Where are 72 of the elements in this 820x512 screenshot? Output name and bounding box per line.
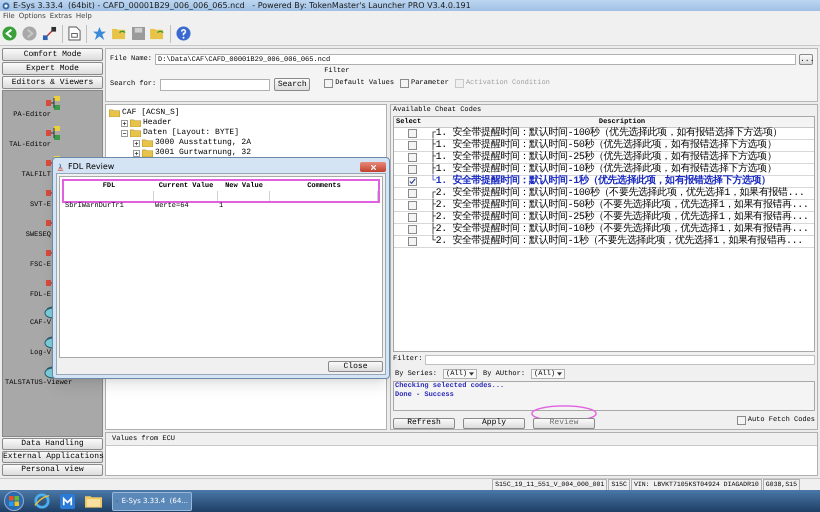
code-description[interactable]: ┌2. 安全带提醒时间：默认时间-100秒（不要先选择此项，优先选择1，如果有报错... [430, 188, 804, 200]
app-icon [2, 2, 10, 10]
start-icon[interactable] [4, 491, 24, 511]
checkbox[interactable] [408, 129, 416, 138]
checkbox[interactable] [408, 237, 416, 246]
window-title: E-Sys 3.33.4 (64bit) - CAFD_00001B29_006_006_065.ncd - Powered By: TokenMaster's Launcher PRO V3.4.0.191 [13, 2, 471, 10]
folder-icon [109, 109, 120, 117]
search-field[interactable] [160, 78, 270, 90]
dialog-close-button[interactable]: Close [328, 361, 383, 372]
app-tile-icon[interactable] [60, 494, 75, 508]
checkbox[interactable] [400, 78, 410, 88]
expand-toggle[interactable] [133, 140, 140, 146]
code-description[interactable]: └2. 安全带提醒时间：默认时间-1秒（不要先选择此项，优先选择1，如果有报错再... [430, 236, 803, 248]
checkbox[interactable] [408, 165, 416, 174]
filter-field[interactable] [425, 354, 815, 364]
checkbox[interactable] [324, 78, 334, 88]
code-description[interactable]: ├2. 安全带提醒时间：默认时间-10秒（不要先选择此项，优先选择1，如果有报错再... [430, 224, 808, 236]
code-description[interactable]: ├2. 安全带提醒时间：默认时间-50秒（不要先选择此项，优先选择1，如果有报错再... [430, 200, 808, 212]
mode-button[interactable]: Editors & Viewers [2, 76, 103, 89]
checkbox[interactable] [408, 177, 416, 186]
folder-icon[interactable] [85, 494, 102, 508]
save-icon[interactable] [132, 27, 145, 40]
tree-item[interactable]: CAF [ACSN_S] [122, 109, 180, 117]
expand-toggle[interactable] [121, 120, 128, 126]
code-description[interactable]: └1. 安全带提醒时间：默认时间-1秒（优先选择此项，如有报错选择下方选项） [430, 176, 771, 188]
code-description[interactable]: ├1. 安全带提醒时间：默认时间-25秒（优先选择此项，如有报错选择下方选项） [430, 152, 776, 164]
browse-button[interactable]: ... [799, 54, 813, 65]
tree-item[interactable]: 3000 Ausstattung, 2A [155, 139, 252, 147]
checkbox[interactable] [408, 141, 416, 150]
tree-item[interactable]: Header [143, 119, 172, 127]
dropdown-arrow-icon [557, 372, 562, 376]
checkbox[interactable] [408, 201, 416, 210]
module-icon [45, 125, 61, 141]
checkbox[interactable] [408, 189, 416, 198]
browser-icon[interactable] [34, 493, 50, 509]
action-button[interactable]: Refresh [393, 418, 455, 428]
section-button[interactable]: External Applications [2, 451, 103, 463]
dialog-title: FDL Review [68, 163, 114, 171]
dropdown-arrow-icon [469, 372, 474, 376]
code-description[interactable]: ┌1. 安全带提醒时间：默认时间-100秒（优先选择此项，如有报错选择下方选项） [430, 128, 782, 140]
document-icon[interactable] [68, 26, 81, 41]
collapse-toggle[interactable] [121, 130, 128, 136]
checkbox[interactable] [408, 225, 416, 234]
code-description[interactable]: ├2. 安全带提醒时间：默认时间-25秒（不要先选择此项，优先选择1，如果有报错再... [430, 212, 808, 224]
java-icon [56, 162, 65, 172]
expand-toggle[interactable] [133, 150, 140, 156]
search-button[interactable]: Search [274, 78, 310, 91]
close-button[interactable] [360, 162, 386, 172]
x-icon [370, 164, 376, 170]
checkbox[interactable] [736, 416, 746, 424]
connect-icon[interactable] [42, 26, 57, 41]
folder-icon [130, 129, 141, 137]
tree-item[interactable]: 3001 Gurtwarnung, 32 [155, 149, 252, 157]
forward-icon[interactable] [22, 26, 37, 41]
code-description[interactable]: ├1. 安全带提醒时间：默认时间-10秒（优先选择此项，如有报错选择下方选项） [430, 164, 776, 176]
open-folder-icon[interactable] [112, 27, 127, 40]
checkbox[interactable] [408, 153, 416, 162]
section-button[interactable]: Data Handling [2, 438, 103, 450]
mode-button[interactable]: Comfort Mode [2, 48, 103, 61]
open-folder-icon[interactable] [150, 27, 165, 40]
module-icon [45, 95, 61, 111]
folder-icon [130, 119, 141, 127]
checkbox[interactable] [408, 213, 416, 222]
section-button[interactable]: Personal view [2, 464, 103, 476]
folder-icon [142, 139, 153, 147]
mode-button[interactable]: Expert Mode [2, 62, 103, 75]
back-icon[interactable] [2, 26, 17, 41]
star-icon[interactable] [92, 26, 107, 41]
help-icon[interactable] [176, 26, 191, 41]
code-description[interactable]: ├1. 安全带提醒时间：默认时间-50秒（优先选择此项，如有报错选择下方选项） [430, 140, 776, 152]
tree-item[interactable]: Daten [Layout: BYTE] [143, 129, 240, 137]
action-button[interactable]: Apply [463, 418, 525, 428]
